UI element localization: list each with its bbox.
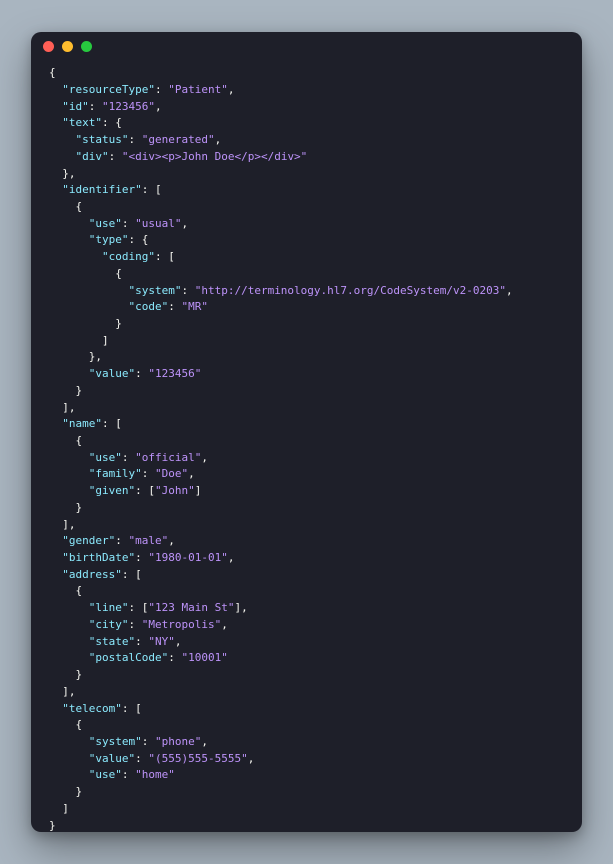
zoom-icon[interactable]: [81, 41, 92, 52]
code-line: "resourceType": "Patient",: [49, 82, 564, 99]
code-line: "line": ["123 Main St"],: [49, 600, 564, 617]
code-line: ]: [49, 801, 564, 818]
code-line: "family": "Doe",: [49, 466, 564, 483]
code-line: },: [49, 166, 564, 183]
code-line: ]: [49, 333, 564, 350]
code-line: "value": "(555)555-5555",: [49, 751, 564, 768]
code-line: "city": "Metropolis",: [49, 617, 564, 634]
code-line: {: [49, 65, 564, 82]
code-line: ],: [49, 517, 564, 534]
code-line: "div": "<div><p>John Doe</p></div>": [49, 149, 564, 166]
code-line: "system": "http://terminology.hl7.org/Co…: [49, 283, 564, 300]
code-line: }: [49, 316, 564, 333]
code-line: "text": {: [49, 115, 564, 132]
code-line: {: [49, 717, 564, 734]
window-titlebar: [31, 32, 582, 61]
code-content: { "resourceType": "Patient", "id": "1234…: [31, 61, 582, 832]
code-line: "use": "home": [49, 767, 564, 784]
code-line: ],: [49, 400, 564, 417]
code-line: "name": [: [49, 416, 564, 433]
code-line: "value": "123456": [49, 366, 564, 383]
code-line: "use": "usual",: [49, 216, 564, 233]
code-line: "telecom": [: [49, 701, 564, 718]
code-line: "use": "official",: [49, 450, 564, 467]
code-line: "coding": [: [49, 249, 564, 266]
code-line: "status": "generated",: [49, 132, 564, 149]
code-line: }: [49, 383, 564, 400]
code-line: "given": ["John"]: [49, 483, 564, 500]
minimize-icon[interactable]: [62, 41, 73, 52]
code-window: { "resourceType": "Patient", "id": "1234…: [31, 32, 582, 832]
code-line: "address": [: [49, 567, 564, 584]
code-line: }: [49, 500, 564, 517]
code-line: ],: [49, 684, 564, 701]
code-line: {: [49, 199, 564, 216]
code-line: {: [49, 433, 564, 450]
code-line: "postalCode": "10001": [49, 650, 564, 667]
code-line: {: [49, 583, 564, 600]
code-line: "state": "NY",: [49, 634, 564, 651]
code-line: "birthDate": "1980-01-01",: [49, 550, 564, 567]
code-line: "id": "123456",: [49, 99, 564, 116]
code-line: }: [49, 818, 564, 832]
code-line: },: [49, 349, 564, 366]
code-line: }: [49, 784, 564, 801]
code-line: "identifier": [: [49, 182, 564, 199]
code-line: "gender": "male",: [49, 533, 564, 550]
code-line: "code": "MR": [49, 299, 564, 316]
code-line: "type": {: [49, 232, 564, 249]
code-line: {: [49, 266, 564, 283]
code-line: }: [49, 667, 564, 684]
close-icon[interactable]: [43, 41, 54, 52]
code-line: "system": "phone",: [49, 734, 564, 751]
